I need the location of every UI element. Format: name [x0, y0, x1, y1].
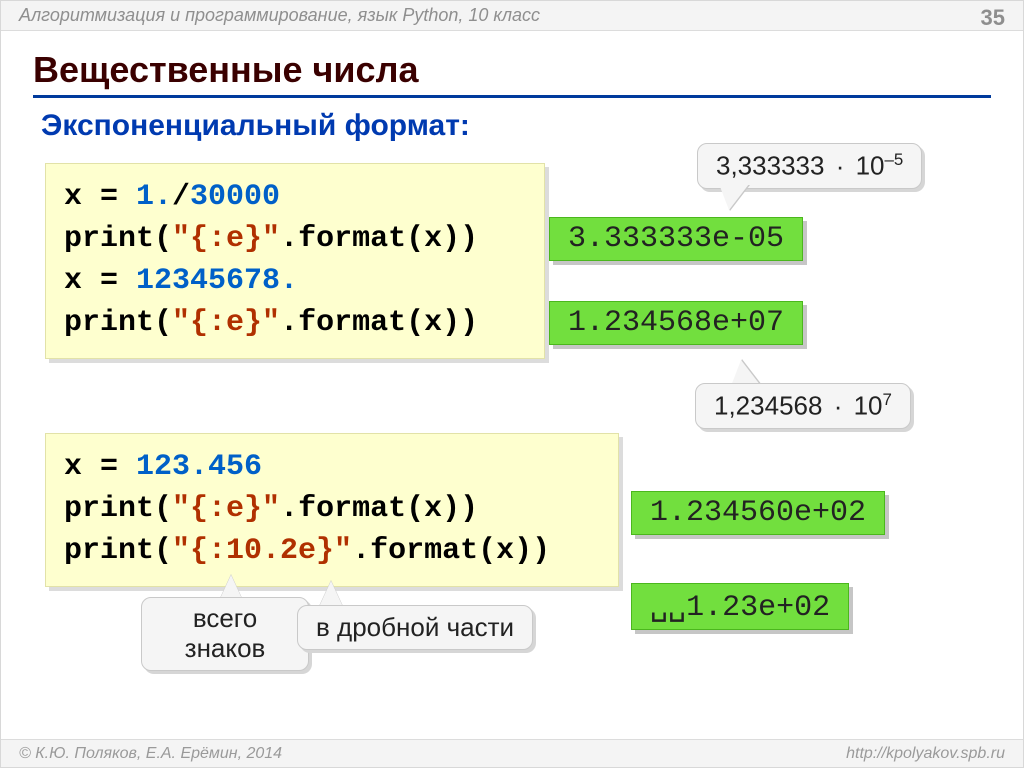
copyright-label: © К.Ю. Поляков, Е.А. Ерёмин, 2014 — [19, 745, 282, 763]
code-block-1: x = 1./30000 print("{:e}".format(x)) x =… — [45, 163, 545, 359]
code-token: .format(x)) — [280, 492, 478, 526]
dot-icon: · — [832, 151, 849, 181]
output-4: ␣␣1.23e+02 — [631, 583, 849, 630]
callout-sci-2-mantissa: 1,234568 — [714, 391, 822, 421]
code-line: x = 123.456 — [64, 446, 600, 488]
output-4-text: 1.23e+02 — [686, 591, 830, 625]
footer-url: http://kpolyakov.spb.ru — [846, 745, 1005, 763]
callout-sci-1-base: 10 — [856, 151, 885, 181]
code-token: 123.456 — [136, 450, 262, 484]
callout-sci-2-base: 10 — [854, 391, 883, 421]
space-glyph-icon: ␣␣ — [650, 591, 686, 625]
callout-sci-1-mantissa: 3,333333 — [716, 151, 824, 181]
page-title: Вещественные числа — [33, 49, 991, 98]
code-token: print( — [64, 492, 172, 526]
code-token: .format(x)) — [352, 534, 550, 568]
code-token: 1. — [136, 180, 172, 214]
code-token: x = — [64, 180, 136, 214]
code-token: "{:e}" — [172, 306, 280, 340]
code-token: print( — [64, 306, 172, 340]
dot-icon: · — [830, 391, 847, 421]
course-label: Алгоритмизация и программирование, язык … — [19, 5, 540, 26]
code-token: print( — [64, 534, 172, 568]
footer-bar: © К.Ю. Поляков, Е.А. Ерёмин, 2014 http:/… — [1, 739, 1023, 767]
code-token: "{:e}" — [172, 492, 280, 526]
code-line: print("{:e}".format(x)) — [64, 218, 526, 260]
callout-fraction-digits-text: в дробной части — [316, 612, 514, 642]
code-block-2: x = 123.456 print("{:e}".format(x)) prin… — [45, 433, 619, 587]
callout-sci-1: 3,333333 · 10–5 — [697, 143, 922, 189]
code-line: x = 12345678. — [64, 260, 526, 302]
callout-sci-2-exp: 7 — [883, 390, 892, 409]
code-token: / — [172, 180, 190, 214]
slide: Алгоритмизация и программирование, язык … — [0, 0, 1024, 768]
output-1: 3.333333e-05 — [549, 217, 803, 261]
code-line: x = 1./30000 — [64, 176, 526, 218]
code-token: 12345678. — [136, 264, 298, 298]
callout-total-digits: всего знаков — [141, 597, 309, 671]
callout-total-digits-text: всего знаков — [160, 604, 290, 664]
code-token: "{:e}" — [172, 222, 280, 256]
callout-sci-1-exp: –5 — [885, 150, 904, 169]
callout-sci-2: 1,234568 · 107 — [695, 383, 911, 429]
code-line: print("{:e}".format(x)) — [64, 488, 600, 530]
code-token: .format(x)) — [280, 306, 478, 340]
output-2: 1.234568e+07 — [549, 301, 803, 345]
callout-tail-icon — [719, 184, 749, 210]
code-line: print("{:e}".format(x)) — [64, 302, 526, 344]
subtitle: Экспоненциальный формат: — [41, 109, 470, 143]
code-token: x = — [64, 450, 136, 484]
callout-fraction-digits: в дробной части — [297, 605, 533, 650]
output-3: 1.234560e+02 — [631, 491, 885, 535]
code-token: "{:10.2e}" — [172, 534, 352, 568]
header-bar: Алгоритмизация и программирование, язык … — [1, 1, 1023, 31]
code-token: 30000 — [190, 180, 280, 214]
code-token: x = — [64, 264, 136, 298]
code-token: print( — [64, 222, 172, 256]
page-number: 35 — [981, 5, 1005, 31]
code-token: .format(x)) — [280, 222, 478, 256]
code-line: print("{:10.2e}".format(x)) — [64, 530, 600, 572]
callout-tail-icon — [319, 581, 343, 607]
